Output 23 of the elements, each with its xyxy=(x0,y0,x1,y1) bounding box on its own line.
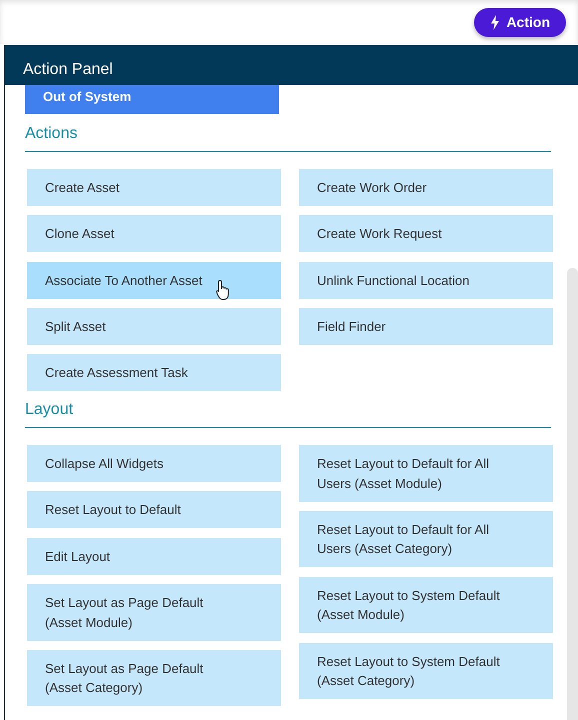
action-item[interactable]: Unlink Functional Location xyxy=(299,262,553,299)
panel-title: Action Panel xyxy=(23,61,113,78)
status-button[interactable]: Out of System xyxy=(25,85,279,114)
action-item[interactable]: Collapse All Widgets xyxy=(27,445,281,482)
action-item[interactable]: Split Asset xyxy=(27,308,281,345)
action-item[interactable]: Create Work Request xyxy=(299,215,553,252)
action-item[interactable]: Set Layout as Page Default (Asset Module) xyxy=(27,584,281,641)
section-heading: Actions xyxy=(25,124,78,144)
action-item[interactable]: Reset Layout to Default for All Users (Asset Module) xyxy=(299,445,553,502)
action-item[interactable]: Set Layout as Page Default (Asset Category) xyxy=(27,650,281,706)
action-button[interactable]: Action xyxy=(474,8,566,36)
action-item[interactable]: Edit Layout xyxy=(27,538,281,575)
section-heading: Layout xyxy=(25,400,74,420)
action-item[interactable]: Field Finder xyxy=(299,308,553,345)
action-item[interactable]: Create Asset xyxy=(27,169,281,206)
action-item[interactable]: Reset Layout to System Default (Asset Category) xyxy=(299,642,553,700)
action-item[interactable]: Reset Layout to Default for All Users (Asset Category) xyxy=(299,510,553,568)
action-item[interactable]: Associate To Another Asset xyxy=(27,262,281,299)
action-item[interactable]: Reset Layout to Default xyxy=(27,491,281,528)
action-item[interactable]: Create Work Order xyxy=(299,169,553,206)
action-item[interactable]: Clone Asset xyxy=(27,215,281,252)
action-item[interactable]: Reset Layout to System Default (Asset Module) xyxy=(299,576,553,634)
action-item[interactable]: Create Assessment Task xyxy=(27,354,281,392)
